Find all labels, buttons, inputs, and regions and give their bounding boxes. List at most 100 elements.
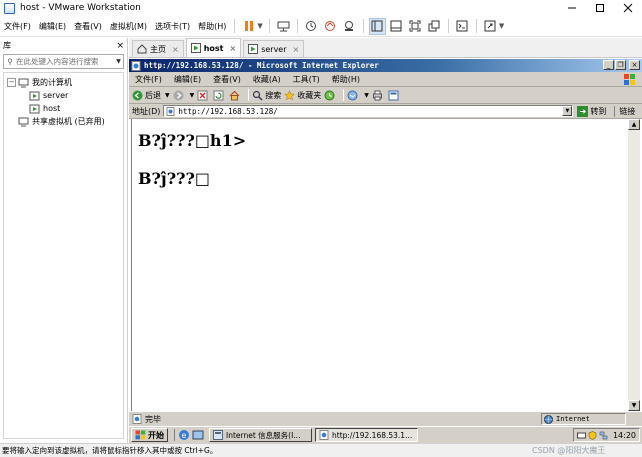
console-view-button[interactable] <box>454 18 471 35</box>
library-header: 库 × <box>0 38 127 53</box>
menu-view[interactable]: 查看(V) <box>70 16 106 37</box>
stretch-icon <box>484 20 496 32</box>
print-button[interactable] <box>372 90 385 101</box>
tree-item-shared-vms[interactable]: 共享虚拟机 (已弃用) <box>4 115 123 128</box>
tree-item-host[interactable]: host <box>4 102 123 115</box>
page-vertical-scrollbar[interactable]: ▲ ▼ <box>628 119 640 411</box>
network-tray-icon[interactable] <box>599 431 608 440</box>
full-screen-button[interactable] <box>407 18 424 35</box>
tab-home[interactable]: 主页 × <box>132 40 184 57</box>
tab-server[interactable]: server × <box>243 40 305 57</box>
send-ctrl-alt-del-button[interactable] <box>275 18 292 35</box>
system-tray: 14:20 <box>572 428 640 442</box>
keyboard-tray-icon[interactable] <box>576 431 586 440</box>
page-icon <box>166 106 175 116</box>
thumbnail-bar-button[interactable] <box>388 18 405 35</box>
show-desktop-icon[interactable] <box>192 429 204 441</box>
mail-dropdown-icon[interactable]: ▼ <box>364 92 369 99</box>
go-button[interactable]: ➜ 转到 <box>577 105 606 117</box>
address-url: http://192.168.53.128/ <box>178 106 278 116</box>
search-button[interactable]: 搜索 <box>252 90 281 101</box>
search-icon <box>253 90 263 100</box>
maximize-button[interactable] <box>586 0 614 16</box>
snapshot-button[interactable] <box>303 18 320 35</box>
menu-file[interactable]: 文件(F) <box>0 16 35 37</box>
stop-button[interactable] <box>197 90 210 101</box>
stretch-dropdown-icon[interactable]: ▼ <box>499 22 504 30</box>
search-dropdown-icon[interactable]: ▼ <box>114 58 123 65</box>
window-controls <box>558 0 642 16</box>
search-label: 搜索 <box>265 90 282 100</box>
network-icon <box>277 21 290 32</box>
snapshot-manager-button[interactable] <box>341 18 358 35</box>
ie-menu-favorites[interactable]: 收藏(A) <box>247 74 287 85</box>
scroll-up-arrow-icon[interactable]: ▲ <box>628 119 640 130</box>
edit-button[interactable] <box>388 90 401 101</box>
revert-snapshot-button[interactable] <box>322 18 339 35</box>
address-dropdown-icon[interactable]: ▼ <box>562 106 573 116</box>
tree-item-my-computer[interactable]: − 我的计算机 <box>4 76 123 89</box>
tab-label: server <box>261 44 287 54</box>
mail-button[interactable] <box>347 90 360 101</box>
iis-icon <box>213 430 223 440</box>
shield-tray-icon[interactable] <box>588 430 597 440</box>
pause-button[interactable] <box>240 18 257 35</box>
favorites-label: 收藏夹 <box>297 90 322 100</box>
home-button[interactable] <box>229 90 242 101</box>
collapse-icon[interactable]: − <box>7 78 16 87</box>
go-arrow-icon: ➜ <box>577 105 589 117</box>
tree-item-server[interactable]: server <box>4 89 123 102</box>
forward-button[interactable] <box>173 90 186 101</box>
scroll-down-arrow-icon[interactable]: ▼ <box>628 400 640 411</box>
address-input[interactable]: http://192.168.53.128/ ▼ <box>163 105 574 117</box>
back-button[interactable]: 后退 <box>132 90 161 101</box>
ie-menu-edit[interactable]: 编辑(E) <box>168 74 207 85</box>
full-screen-icon <box>409 20 421 32</box>
ie-standard-toolbar: 后退 ▼ ▼ 搜索 收藏夹 ▼ <box>129 87 642 104</box>
task-iis-manager[interactable]: Internet 信息服务(I... <box>209 428 312 442</box>
windows-flag-icon <box>624 74 635 85</box>
menu-edit[interactable]: 编辑(E) <box>35 16 70 37</box>
ie-menu-tools[interactable]: 工具(T) <box>287 74 326 85</box>
start-button[interactable]: 开始 <box>131 428 168 442</box>
page-paragraph: B?ĵ???□ <box>138 169 210 188</box>
computer-icon <box>18 78 29 87</box>
menu-vm[interactable]: 虚拟机(M) <box>106 16 151 37</box>
history-button[interactable] <box>324 90 337 101</box>
show-library-button[interactable] <box>368 17 386 35</box>
close-icon[interactable]: × <box>172 45 179 54</box>
ie-page-content: B?ĵ???□h1> B?ĵ???□ <box>131 119 628 411</box>
back-dropdown-icon[interactable]: ▼ <box>165 92 170 99</box>
refresh-button[interactable] <box>213 90 226 101</box>
ie-menu-file[interactable]: 文件(F) <box>129 74 168 85</box>
stretch-guest-button[interactable] <box>482 18 499 35</box>
menu-help[interactable]: 帮助(H) <box>194 16 230 37</box>
minimize-button[interactable] <box>558 0 586 16</box>
svg-text:e: e <box>182 431 187 440</box>
ie-minimize-button[interactable]: _ <box>603 60 614 70</box>
menu-tabs[interactable]: 选项卡(T) <box>151 16 194 37</box>
library-close-icon[interactable]: × <box>116 41 124 51</box>
vm-icon <box>248 44 259 54</box>
favorites-button[interactable]: 收藏夹 <box>284 89 322 101</box>
links-button[interactable]: 链接 <box>614 105 635 117</box>
toolbar-separator <box>234 19 236 33</box>
close-button[interactable] <box>614 0 642 16</box>
close-icon[interactable]: × <box>293 45 300 54</box>
pause-dropdown-icon[interactable]: ▼ <box>257 22 262 30</box>
task-ie-window[interactable]: http://192.168.53.1... <box>315 428 418 442</box>
ie-close-button[interactable]: × <box>629 60 640 70</box>
thumbnail-layout-icon <box>390 20 402 32</box>
watermark-text: CSDN @阳阳大魔王 <box>532 446 606 455</box>
close-icon[interactable]: × <box>229 44 236 53</box>
search-placeholder: 在此处键入内容进行搜索 <box>16 57 99 66</box>
unity-button[interactable] <box>426 18 443 35</box>
ie-restore-button[interactable]: ❐ <box>615 60 626 70</box>
ie-menu-view[interactable]: 查看(V) <box>207 74 247 85</box>
ie-menu-help[interactable]: 帮助(H) <box>326 74 366 85</box>
forward-dropdown-icon[interactable]: ▼ <box>190 92 195 99</box>
tree-label: 我的计算机 <box>32 78 72 87</box>
library-search-input[interactable]: ⚲ 在此处键入内容进行搜索 ▼ <box>3 54 124 69</box>
tab-host[interactable]: host × <box>185 38 242 57</box>
ie-quicklaunch-icon[interactable]: e <box>178 429 190 441</box>
